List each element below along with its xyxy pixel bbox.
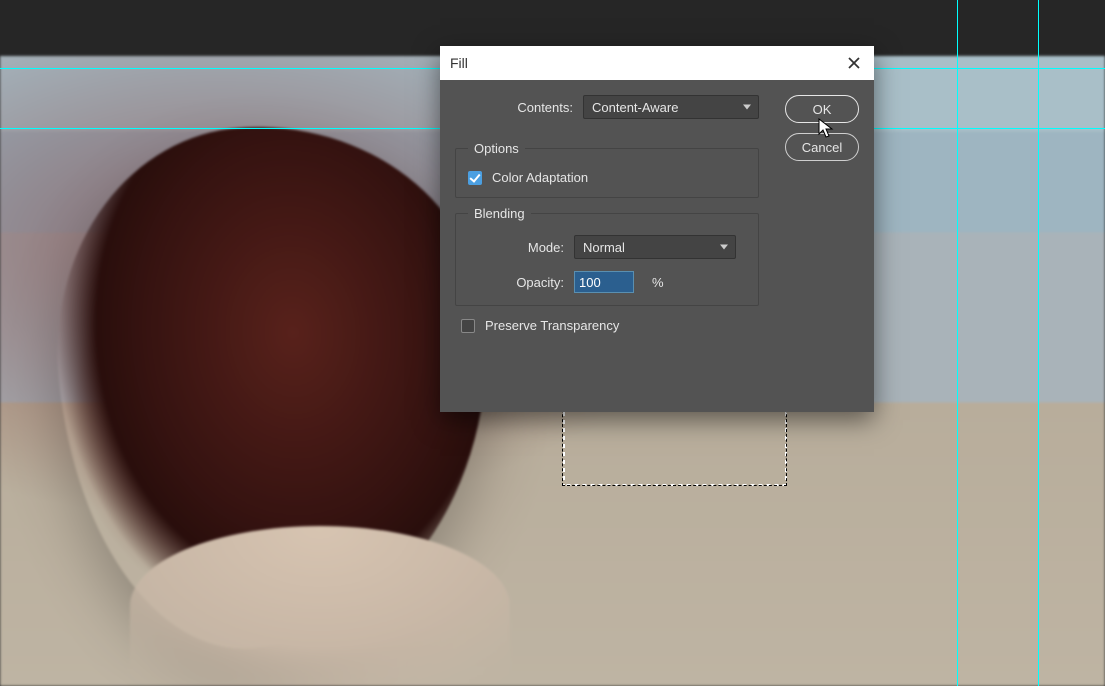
photo-subject-shoulder: [130, 526, 510, 686]
opacity-input[interactable]: [574, 271, 634, 293]
opacity-suffix: %: [652, 275, 664, 290]
blending-legend: Blending: [468, 206, 531, 221]
mode-select[interactable]: Normal: [574, 235, 736, 259]
mode-label: Mode:: [468, 240, 564, 255]
options-legend: Options: [468, 141, 525, 156]
preserve-transparency-row: Preserve Transparency: [461, 318, 859, 333]
cancel-button-label: Cancel: [802, 140, 842, 155]
close-icon[interactable]: [844, 53, 864, 73]
blending-group: Blending Mode: Normal Opacity: %: [455, 206, 759, 306]
ok-button-label: OK: [813, 102, 832, 117]
opacity-label: Opacity:: [468, 275, 564, 290]
preserve-transparency-label: Preserve Transparency: [485, 318, 619, 333]
preserve-transparency-checkbox[interactable]: [461, 319, 475, 333]
cancel-button[interactable]: Cancel: [785, 133, 859, 161]
dialog-body: Contents: Content-Aware OK Cancel Option…: [440, 80, 874, 412]
ok-button[interactable]: OK: [785, 95, 859, 123]
contents-select[interactable]: Content-Aware: [583, 95, 759, 119]
fill-dialog: Fill Contents: Content-Aware OK Cancel: [440, 46, 874, 412]
dialog-side-buttons: OK Cancel: [785, 95, 859, 161]
dialog-titlebar[interactable]: Fill: [440, 46, 874, 80]
dialog-title: Fill: [450, 55, 468, 71]
contents-label: Contents:: [463, 100, 573, 115]
color-adaptation-checkbox[interactable]: [468, 171, 482, 185]
options-group: Options Color Adaptation: [455, 141, 759, 198]
guide-vertical[interactable]: [957, 0, 958, 686]
guide-vertical[interactable]: [1038, 0, 1039, 686]
color-adaptation-label: Color Adaptation: [492, 170, 588, 185]
